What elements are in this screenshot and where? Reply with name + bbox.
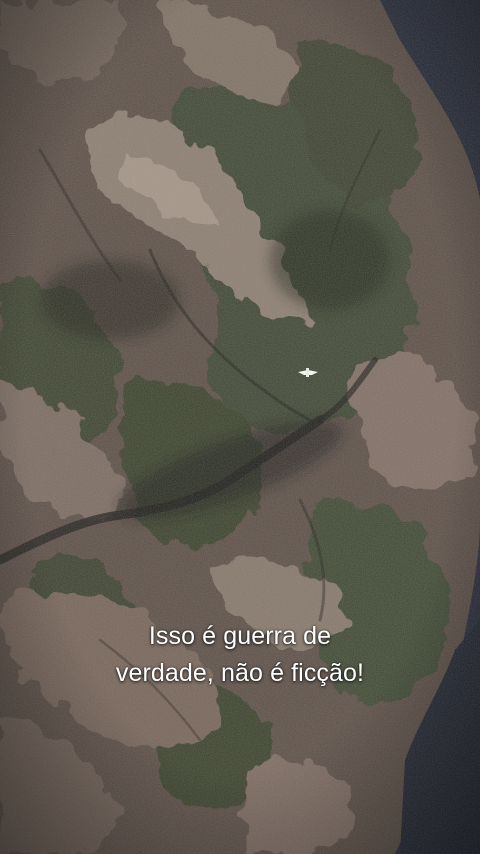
subtitle-caption: Isso é guerra de verdade, não é ficção! <box>0 618 480 692</box>
caption-line-2: verdade, não é ficção! <box>115 659 365 687</box>
caption-line-1: Isso é guerra de <box>148 622 332 650</box>
aerial-terrain-image <box>0 0 480 854</box>
video-frame: Isso é guerra de verdade, não é ficção! <box>0 0 480 854</box>
